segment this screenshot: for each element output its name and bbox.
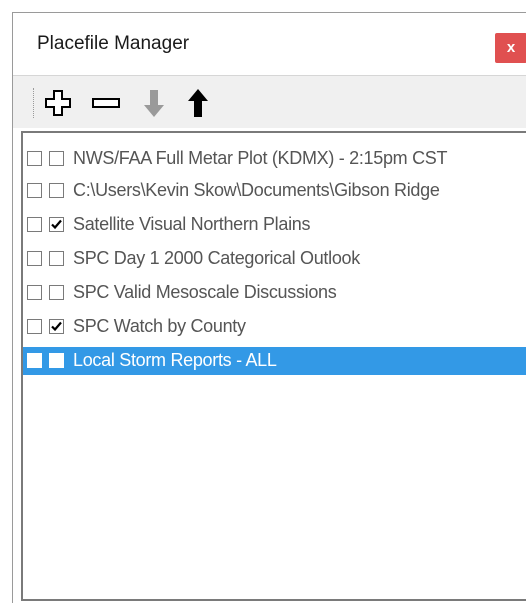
- move-up-button[interactable]: [183, 88, 213, 118]
- add-placefile-button[interactable]: [43, 88, 73, 118]
- enable-checkbox[interactable]: [27, 183, 42, 198]
- list-item-label: SPC Day 1 2000 Categorical Outlook: [73, 248, 360, 268]
- title-bar: Placefile Manager x: [13, 13, 526, 75]
- list-item-label: Local Storm Reports - ALL: [73, 350, 277, 370]
- visible-checkbox[interactable]: [49, 151, 64, 166]
- list-item[interactable]: SPC Watch by County: [23, 313, 526, 341]
- list-item-label: C:\Users\Kevin Skow\Documents\Gibson Rid…: [73, 180, 440, 200]
- enable-checkbox[interactable]: [27, 251, 42, 266]
- list-item-selected[interactable]: Local Storm Reports - ALL: [23, 347, 526, 375]
- list-item[interactable]: SPC Day 1 2000 Categorical Outlook: [23, 245, 526, 273]
- checkmark-icon: [51, 321, 62, 332]
- remove-icon: [92, 98, 120, 108]
- list-item-label: Satellite Visual Northern Plains: [73, 214, 311, 234]
- enable-checkbox[interactable]: [27, 285, 42, 300]
- toolbar: [13, 75, 526, 128]
- list-item-label: NWS/FAA Full Metar Plot (KDMX) - 2:15pm …: [73, 148, 448, 168]
- checkmark-icon: [51, 219, 62, 230]
- visible-checkbox[interactable]: [49, 251, 64, 266]
- placefile-list[interactable]: NWS/FAA Full Metar Plot (KDMX) - 2:15pm …: [21, 131, 526, 601]
- enable-checkbox[interactable]: [27, 353, 42, 368]
- enable-checkbox[interactable]: [27, 319, 42, 334]
- visible-checkbox[interactable]: [49, 217, 64, 232]
- close-icon: x: [506, 39, 516, 56]
- close-button[interactable]: x: [495, 33, 526, 63]
- move-down-button[interactable]: [139, 88, 169, 118]
- remove-placefile-button[interactable]: [91, 88, 121, 118]
- window-title: Placefile Manager: [37, 33, 190, 54]
- move-up-icon: [188, 89, 208, 117]
- list-item-label: SPC Watch by County: [73, 316, 246, 336]
- list-item[interactable]: Satellite Visual Northern Plains: [23, 211, 526, 239]
- placefile-manager-window: Placefile Manager x NWS/FAA Full Metar P…: [12, 12, 526, 603]
- visible-checkbox[interactable]: [49, 319, 64, 334]
- list-item[interactable]: SPC Valid Mesoscale Discussions: [23, 279, 526, 307]
- list-item[interactable]: C:\Users\Kevin Skow\Documents\Gibson Rid…: [23, 177, 526, 205]
- move-down-icon: [144, 90, 164, 117]
- list-item-label: SPC Valid Mesoscale Discussions: [73, 282, 337, 302]
- list-item[interactable]: NWS/FAA Full Metar Plot (KDMX) - 2:15pm …: [23, 145, 526, 173]
- visible-checkbox[interactable]: [49, 285, 64, 300]
- enable-checkbox[interactable]: [27, 151, 42, 166]
- enable-checkbox[interactable]: [27, 217, 42, 232]
- visible-checkbox[interactable]: [49, 353, 64, 368]
- add-icon: [45, 90, 71, 116]
- visible-checkbox[interactable]: [49, 183, 64, 198]
- toolbar-grip: [33, 88, 36, 118]
